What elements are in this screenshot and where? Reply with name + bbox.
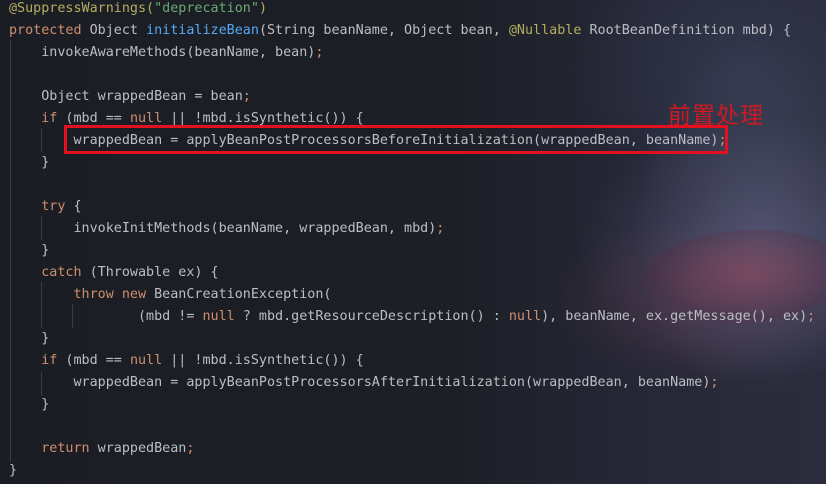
code-line[interactable]: } [9, 152, 49, 174]
code-line[interactable]: (mbd != null ? mbd.getResourceDescriptio… [9, 306, 815, 328]
code-line[interactable]: wrappedBean = applyBeanPostProcessorsAft… [9, 372, 718, 394]
indent-guide [41, 128, 42, 152]
code-token: ; [242, 89, 251, 104]
highlight-box [64, 125, 728, 154]
code-token: wrappedBean = applyBeanPostProcessorsAft… [9, 375, 711, 390]
code-token: throw new [73, 287, 147, 302]
code-token: ? mbd.getResourceDescription() : [234, 309, 509, 324]
code-token: ; [710, 375, 719, 390]
code-token: null [129, 353, 163, 368]
code-token: initializeBean [146, 23, 259, 38]
code-token: "deprecation" [154, 1, 259, 16]
code-line[interactable]: protected Object initializeBean(String b… [9, 20, 791, 42]
code-token: try [41, 199, 66, 214]
code-line[interactable]: throw new BeanCreationException( [9, 284, 332, 306]
code-token: } [9, 397, 50, 412]
code-token: } [9, 155, 50, 170]
code-line[interactable]: @SuppressWarnings("deprecation") [9, 0, 267, 20]
code-token: @Nullable [508, 23, 582, 38]
code-token: } [9, 463, 18, 478]
code-token: invokeInitMethods(beanName, wrappedBean,… [9, 221, 437, 236]
code-token: BeanCreationException( [146, 287, 332, 302]
code-token: invokeAwareMethods(beanName, bean) [9, 45, 316, 60]
code-line[interactable]: catch (Throwable ex) { [9, 262, 219, 284]
code-line[interactable]: if (mbd == null || !mbd.isSynthetic()) { [9, 350, 364, 372]
code-token: || !mbd.isSynthetic()) { [162, 353, 364, 368]
indent-guide [41, 282, 42, 328]
code-line[interactable]: try { [9, 196, 82, 218]
code-token: { [65, 199, 82, 214]
code-line[interactable]: invokeInitMethods(beanName, wrappedBean,… [9, 218, 444, 240]
code-token: protected [9, 23, 90, 38]
code-token: ) [258, 1, 267, 16]
code-line[interactable]: Object wrappedBean = bean; [9, 86, 251, 108]
code-token: Object [89, 23, 147, 38]
code-token: return [41, 441, 90, 456]
code-token: @SuppressWarnings( [9, 1, 155, 16]
code-token: null [508, 309, 542, 324]
indent-guide [41, 372, 42, 396]
code-token: Object wrappedBean = bean [9, 89, 243, 104]
code-token: ; [315, 45, 324, 60]
code-token: || !mbd.isSynthetic()) { [162, 111, 364, 126]
code-line[interactable]: } [9, 460, 17, 482]
code-token: } [9, 331, 50, 346]
code-token: ; [807, 309, 816, 324]
code-token: wrappedBean [89, 441, 187, 456]
code-token: ; [436, 221, 445, 236]
code-token: if [41, 353, 58, 368]
code-token: ), beanName, ex.getMessage(), ex) [541, 309, 808, 324]
code-line[interactable]: } [9, 240, 49, 262]
code-token: (mbd != [9, 309, 203, 324]
code-token: ; [186, 441, 195, 456]
code-token: (String beanName, Object bean, [258, 23, 509, 38]
code-editor[interactable]: @SuppressWarnings("deprecation") protecte… [0, 0, 826, 484]
code-token: catch [41, 265, 82, 280]
code-token: if [41, 111, 58, 126]
code-line[interactable]: } [9, 328, 49, 350]
code-token: RootBeanDefinition mbd) { [581, 23, 792, 38]
indent-guide [10, 40, 11, 462]
code-token: (Throwable ex) { [81, 265, 219, 280]
code-token: } [9, 243, 50, 258]
code-token: null [129, 111, 163, 126]
code-line[interactable]: invokeAwareMethods(beanName, bean); [9, 42, 323, 64]
indent-guide [72, 304, 73, 328]
code-line[interactable]: } [9, 394, 49, 416]
code-line[interactable]: return wrappedBean; [9, 438, 194, 460]
code-token: (mbd == [57, 353, 130, 368]
indent-guide [41, 216, 42, 240]
code-token: null [202, 309, 235, 324]
annotation-label: 前置处理 [668, 103, 764, 129]
code-token: (mbd == [57, 111, 130, 126]
